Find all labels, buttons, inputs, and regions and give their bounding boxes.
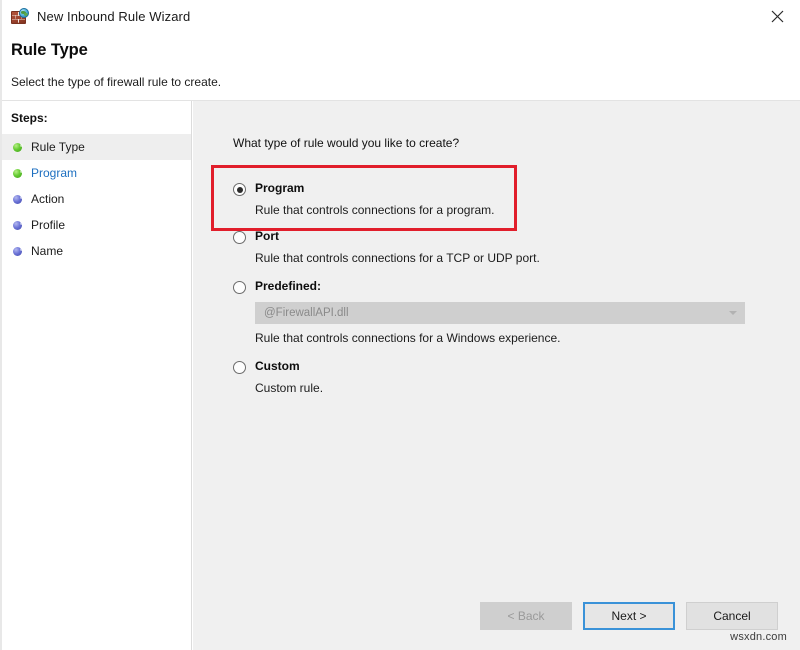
step-bullet-pending-icon	[13, 246, 23, 256]
content-question: What type of rule would you like to crea…	[233, 136, 460, 150]
sidebar-item-name[interactable]: Name	[2, 238, 191, 264]
step-bullet-done-icon	[13, 142, 23, 152]
globe-shape	[19, 7, 29, 18]
sidebar-item-label: Program	[31, 166, 78, 180]
radio-predefined[interactable]	[233, 281, 246, 294]
back-button[interactable]: < Back	[480, 602, 572, 630]
wizard-header: Rule Type Select the type of firewall ru…	[2, 33, 800, 101]
option-custom-head[interactable]: Custom	[233, 359, 800, 374]
option-custom[interactable]: Custom Custom rule.	[233, 359, 800, 396]
page-subtitle: Select the type of firewall rule to crea…	[11, 75, 222, 89]
content-pane: What type of rule would you like to crea…	[192, 101, 800, 650]
steps-label: Steps:	[11, 111, 48, 125]
footer-bar: < Back Next > Cancel	[193, 588, 800, 650]
watermark: wsxdn.com	[730, 631, 787, 643]
sidebar-item-label: Name	[31, 244, 64, 258]
predefined-dropdown[interactable]: @FirewallAPI.dll	[255, 302, 745, 324]
radio-custom[interactable]	[233, 361, 246, 374]
button-row: < Back Next > Cancel	[480, 602, 778, 630]
cancel-button[interactable]: Cancel	[686, 602, 778, 630]
option-port-title: Port	[255, 229, 279, 243]
sidebar-item-profile[interactable]: Profile	[2, 212, 191, 238]
option-predefined-head[interactable]: Predefined:	[233, 279, 800, 294]
sidebar-item-action[interactable]: Action	[2, 186, 191, 212]
chevron-down-icon	[729, 311, 737, 315]
option-program-description: Rule that controls connections for a pro…	[255, 203, 495, 217]
option-program[interactable]: Program Rule that controls connections f…	[211, 165, 800, 231]
option-program-head[interactable]: Program	[233, 181, 800, 196]
option-port[interactable]: Port Rule that controls connections for …	[233, 229, 800, 266]
red-highlight-box	[211, 165, 517, 231]
step-bullet-pending-icon	[13, 220, 23, 230]
close-icon[interactable]	[754, 0, 800, 32]
content-inner: What type of rule would you like to crea…	[193, 101, 800, 396]
page-title: Rule Type	[11, 41, 88, 59]
predefined-dropdown-value: @FirewallAPI.dll	[264, 307, 349, 319]
title-bar-left-group: New Inbound Rule Wizard	[2, 7, 191, 26]
sidebar-item-label: Action	[31, 192, 65, 206]
radio-program[interactable]	[233, 183, 246, 196]
firewall-globe-icon	[11, 7, 29, 26]
option-custom-description: Custom rule.	[255, 381, 324, 395]
window-title: New Inbound Rule Wizard	[37, 9, 191, 24]
next-button[interactable]: Next >	[583, 602, 675, 630]
option-port-head[interactable]: Port	[233, 229, 800, 244]
option-custom-title: Custom	[255, 359, 300, 373]
sidebar-item-label: Rule Type	[31, 140, 85, 154]
sidebar-item-label: Profile	[31, 218, 66, 232]
wizard-window: New Inbound Rule Wizard Rule Type Select…	[0, 0, 800, 650]
step-bullet-pending-icon	[13, 194, 23, 204]
option-predefined-title: Predefined:	[255, 279, 322, 293]
step-bullet-done-icon	[13, 168, 23, 178]
radio-port[interactable]	[233, 231, 246, 244]
option-port-description: Rule that controls connections for a TCP…	[255, 251, 540, 265]
steps-sidebar: Steps: Rule Type Program Action Profile …	[2, 101, 192, 650]
option-predefined[interactable]: Predefined: @FirewallAPI.dll Rule that c…	[233, 279, 800, 346]
sidebar-item-program[interactable]: Program	[2, 160, 191, 186]
option-predefined-description: Rule that controls connections for a Win…	[255, 331, 561, 345]
option-program-title: Program	[255, 181, 305, 195]
title-bar: New Inbound Rule Wizard	[2, 0, 800, 33]
wizard-body: Steps: Rule Type Program Action Profile …	[2, 101, 800, 650]
sidebar-item-rule-type[interactable]: Rule Type	[2, 134, 191, 160]
